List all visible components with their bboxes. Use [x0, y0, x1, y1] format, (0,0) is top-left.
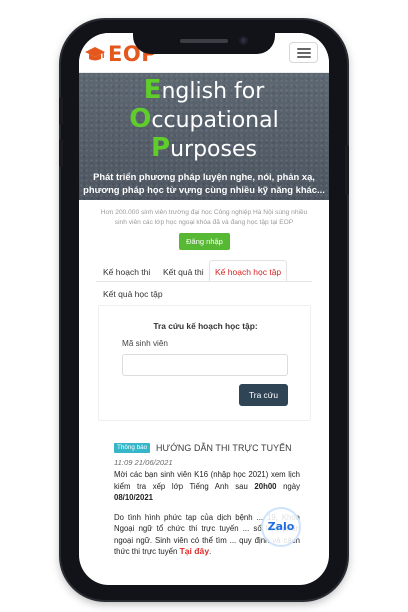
- intro-line: Hơn 200.000 sinh viên trường đại học Côn…: [100, 209, 308, 216]
- phone-side-button: [345, 145, 349, 195]
- intro-text: Hơn 200.000 sinh viên trường đại học Côn…: [91, 208, 317, 228]
- hero-title-text: ccupational: [151, 108, 279, 133]
- student-id-input[interactable]: [122, 354, 288, 376]
- hero-initial: P: [151, 133, 171, 163]
- news-title-link[interactable]: HƯỚNG DẪN THI TRỰC TUYẾN: [156, 442, 292, 454]
- hero-banner: English for Occupational Purposes Phát t…: [79, 73, 329, 200]
- camera-icon: [239, 36, 248, 45]
- news-time: 20h00: [254, 481, 277, 491]
- tabs-divider: [96, 281, 312, 282]
- hero-subtitle: Phát triển phương pháp luyện nghe, nói, …: [93, 171, 315, 182]
- lookup-card: Tra cứu kế hoạch học tập: Mã sinh viên T…: [98, 305, 311, 421]
- hero-initial: E: [143, 75, 162, 105]
- intro-line: sinh viên các lớp học ngoại khóa đã và đ…: [114, 219, 294, 226]
- tab-exam-plan[interactable]: Kế hoạch thi: [98, 261, 155, 283]
- speaker-grille: [180, 39, 228, 43]
- hero-title-line: Purposes: [79, 134, 329, 164]
- lookup-button[interactable]: Tra cứu: [239, 384, 288, 406]
- phone-screen: EOP English for Occupational Purposes Ph…: [79, 33, 329, 585]
- hamburger-menu-button[interactable]: [289, 42, 318, 63]
- login-button[interactable]: Đăng nhập: [179, 233, 230, 250]
- notice-badge: Thông báo: [114, 443, 151, 453]
- news-text: .: [209, 547, 212, 556]
- hero-initial: O: [129, 104, 152, 134]
- hamburger-menu-icon: [297, 48, 311, 50]
- here-link[interactable]: Tại đây: [179, 546, 209, 556]
- graduation-cap-icon: [85, 47, 105, 61]
- hero-title-text: urposes: [170, 137, 257, 162]
- news-text: ngày: [276, 481, 300, 491]
- tab-study-results[interactable]: Kết quả học tập: [98, 283, 168, 305]
- hero-title-line: English for: [79, 76, 329, 106]
- news-paragraph: Mời các bạn sinh viên K16 (nhập học 2021…: [114, 469, 300, 504]
- tab-study-plan[interactable]: Kế hoạch học tập: [209, 260, 288, 282]
- lookup-title: Tra cứu kế hoạch học tập:: [153, 321, 258, 331]
- hero-title-line: Occupational: [79, 105, 329, 135]
- tab-exam-results[interactable]: Kết quả thi: [158, 261, 209, 283]
- phone-notch: [133, 20, 275, 54]
- phone-side-button: [59, 139, 63, 167]
- hero-subtitle: phương pháp học từ vựng cùng nhiều kỹ nă…: [83, 184, 325, 195]
- hero-title-text: nglish for: [161, 79, 265, 104]
- student-id-label: Mã sinh viên: [122, 339, 168, 348]
- hamburger-menu-icon: [297, 52, 311, 54]
- news-date-bold: 08/10/2021: [114, 493, 154, 502]
- news-header: Thông báo HƯỚNG DẪN THI TRỰC TUYẾN: [114, 443, 300, 455]
- hamburger-menu-icon: [297, 56, 311, 58]
- news-date: 11:09 21/06/2021: [114, 458, 173, 467]
- zalo-icon: Zalo: [267, 520, 295, 533]
- zalo-chat-button[interactable]: Zalo: [261, 507, 301, 547]
- phone-side-button: [59, 97, 63, 125]
